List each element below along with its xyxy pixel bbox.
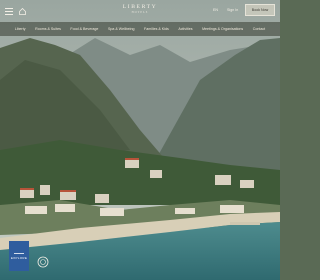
promo-label: EXPLORE — [10, 255, 28, 260]
brand-logo[interactable]: LIBERTY HOTELS — [110, 4, 170, 15]
book-now-button[interactable]: Book Now — [245, 4, 275, 16]
nav-item-food[interactable]: Food & Beverage — [70, 27, 98, 31]
brand-subtitle: HOTELS — [131, 11, 149, 14]
nav-item-contact[interactable]: Contact — [253, 27, 265, 31]
home-icon[interactable] — [16, 5, 28, 17]
language-selector[interactable]: EN — [213, 8, 218, 12]
hero-image — [0, 0, 280, 280]
nav-item-activities[interactable]: Activities — [178, 27, 192, 31]
nav-item-families[interactable]: Families & Kids — [144, 27, 169, 31]
hamburger-menu-icon[interactable] — [3, 5, 15, 17]
login-link[interactable]: Sign In — [227, 8, 238, 12]
brand-name: LIBERTY — [122, 4, 158, 10]
top-bar: LIBERTY HOTELS EN Sign In Book Now — [0, 0, 280, 22]
award-badge-icon — [36, 255, 49, 268]
promo-divider — [14, 252, 24, 254]
nav-item-liberty[interactable]: Liberty — [15, 27, 26, 31]
nav-item-meetings[interactable]: Meetings & Organisations — [202, 27, 243, 31]
resort-landscape-photo — [0, 0, 280, 280]
main-nav: Liberty Rooms & Suites Food & Beverage S… — [0, 22, 280, 36]
nav-item-rooms[interactable]: Rooms & Suites — [35, 27, 61, 31]
nav-item-spa[interactable]: Spa & Wellbeing — [108, 27, 135, 31]
promo-card[interactable]: EXPLORE — [9, 241, 29, 271]
